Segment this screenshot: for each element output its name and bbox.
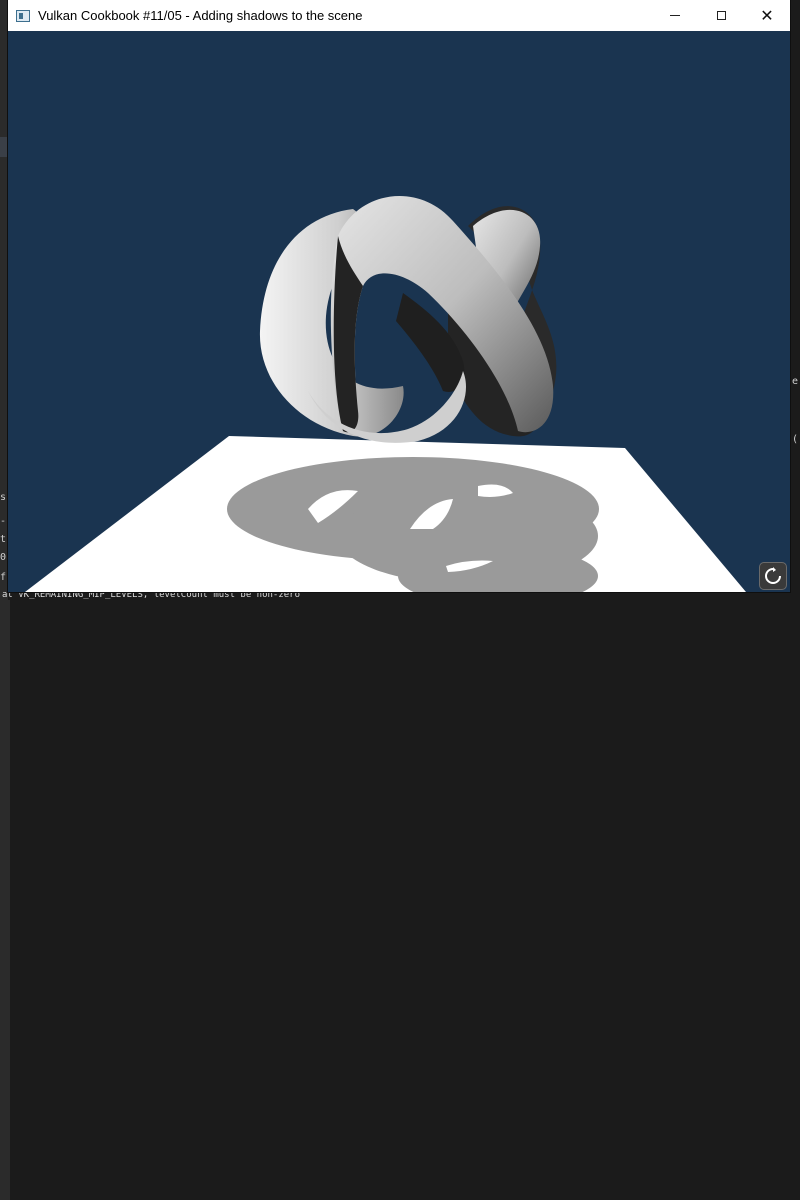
window-title: Vulkan Cookbook #11/05 - Adding shadows … bbox=[38, 8, 363, 23]
background-text-fragment: f bbox=[0, 572, 7, 583]
background-ide-left bbox=[0, 0, 8, 600]
background-text-fragment: e bbox=[792, 376, 799, 387]
maximize-icon bbox=[716, 11, 726, 20]
close-icon: ✕ bbox=[760, 6, 774, 25]
render-viewport[interactable] bbox=[8, 31, 790, 592]
window-controls: ✕ bbox=[652, 0, 790, 31]
background-text-fragment: - bbox=[0, 516, 7, 527]
title-bar[interactable]: Vulkan Cookbook #11/05 - Adding shadows … bbox=[8, 0, 790, 31]
minimize-button[interactable] bbox=[652, 0, 698, 31]
background-ide-right bbox=[0, 600, 10, 1200]
minimize-icon bbox=[670, 15, 680, 16]
background-ide-left-accent bbox=[0, 137, 8, 157]
maximize-button[interactable] bbox=[698, 0, 744, 31]
close-button[interactable]: ✕ bbox=[744, 0, 790, 31]
torus-knot-model bbox=[259, 195, 557, 443]
background-text-fragment: 0 bbox=[0, 552, 7, 563]
app-window-icon bbox=[16, 9, 30, 22]
background-text-fragment: s bbox=[0, 492, 7, 503]
rendered-scene bbox=[25, 195, 746, 592]
background-text-fragment: ( bbox=[792, 434, 799, 445]
app-window: Vulkan Cookbook #11/05 - Adding shadows … bbox=[8, 0, 790, 592]
refresh-icon bbox=[765, 567, 781, 584]
background-text-fragment: t bbox=[0, 534, 7, 545]
refresh-button[interactable] bbox=[759, 562, 787, 590]
